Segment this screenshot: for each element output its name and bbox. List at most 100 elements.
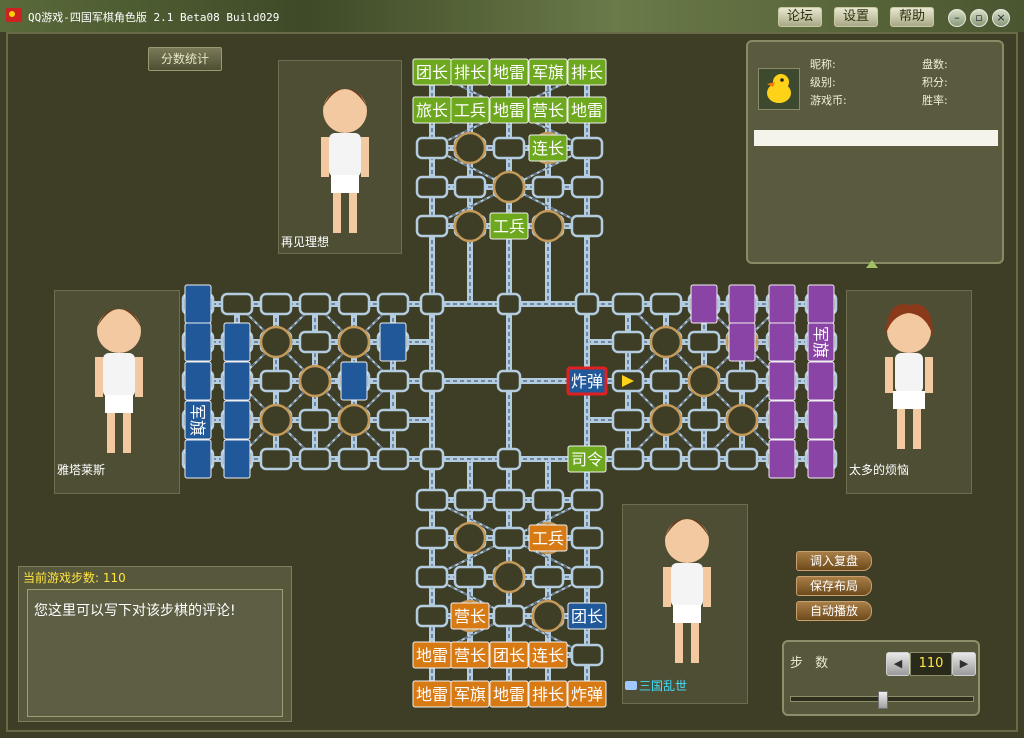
step-slider-thumb[interactable]: [878, 691, 888, 709]
piece-bottom-label: 工兵: [532, 529, 564, 548]
comment-box[interactable]: 您这里可以写下对该步棋的评论!: [27, 589, 283, 717]
center-station: [574, 292, 600, 316]
piece-bottom-label: 地雷: [416, 685, 448, 704]
piece-right: [768, 400, 796, 440]
board-camp: [453, 131, 487, 165]
piece-blue-bottom-label: 团长: [571, 607, 603, 626]
load-replay-button[interactable]: 调入复盘: [796, 551, 872, 571]
piece-left: [184, 439, 212, 479]
board-camp: [298, 364, 332, 398]
board-station: [415, 604, 449, 628]
board-station: [649, 447, 683, 471]
step-value: 110: [910, 652, 952, 676]
board-station: [298, 408, 332, 432]
piece-top-label: 地雷: [493, 101, 525, 120]
board-station: [453, 488, 487, 512]
piece-left: [184, 284, 212, 324]
board-camp: [649, 325, 683, 359]
board-station: [649, 369, 683, 393]
piece-right-label: 军旗: [811, 326, 830, 358]
step-count-value: 110: [102, 571, 126, 585]
piece-left-label: 军旗: [188, 404, 207, 436]
piece-left: [184, 322, 212, 362]
board-camp: [453, 521, 487, 555]
board-station: [687, 408, 721, 432]
center-station: [419, 292, 445, 316]
board-station: [259, 447, 293, 471]
board-station: [611, 408, 645, 432]
board-camp: [531, 599, 565, 633]
board-camp: [492, 170, 526, 204]
board-station: [531, 565, 565, 589]
board-station: [611, 447, 645, 471]
piece-right: [768, 361, 796, 401]
step-label: 步 数: [790, 656, 833, 671]
step-panel: 步 数 ◀ 110 ▶: [782, 640, 980, 716]
step-prev-button[interactable]: ◀: [886, 652, 910, 676]
board-station: [376, 369, 410, 393]
piece-commander-label: 司令: [571, 450, 603, 469]
piece-bottom-label: 营长: [454, 646, 486, 665]
piece-top-label: 军旗: [532, 63, 564, 82]
center-station: [419, 369, 445, 393]
piece-right: [768, 284, 796, 324]
board-station: [415, 526, 449, 550]
piece-right: [768, 322, 796, 362]
board-station: [611, 292, 645, 316]
board-station: [298, 447, 332, 471]
piece-right: [807, 439, 835, 479]
board-station: [415, 136, 449, 160]
step-slider[interactable]: [790, 691, 974, 709]
piece-top-label: 连长: [532, 139, 564, 158]
board-camp: [337, 403, 371, 437]
piece-right: [728, 284, 756, 324]
piece-bottom-label: 营长: [454, 607, 486, 626]
center-station: [496, 292, 522, 316]
board-camp: [649, 403, 683, 437]
step-count-header: 当前游戏步数: 110: [23, 569, 126, 586]
piece-top-label: 排长: [454, 63, 486, 82]
piece-left: [223, 361, 251, 401]
piece-top-label: 团长: [416, 63, 448, 82]
board-station: [415, 214, 449, 238]
board-station: [570, 565, 604, 589]
board-station: [725, 369, 759, 393]
board-station: [492, 526, 526, 550]
board-station: [492, 136, 526, 160]
piece-right: [768, 439, 796, 479]
comment-panel: 当前游戏步数: 110 您这里可以写下对该步棋的评论!: [18, 566, 292, 722]
piece-top-label: 工兵: [454, 101, 486, 120]
step-count-label: 当前游戏步数:: [23, 571, 100, 585]
board-station: [337, 292, 371, 316]
board-station: [687, 447, 721, 471]
board-station: [298, 292, 332, 316]
board-station: [570, 488, 604, 512]
board-station: [415, 175, 449, 199]
board-station: [259, 369, 293, 393]
board-station: [611, 330, 645, 354]
board-station: [492, 488, 526, 512]
board-station: [376, 292, 410, 316]
board-station: [570, 526, 604, 550]
auto-play-button[interactable]: 自动播放: [796, 601, 872, 621]
board-station: [376, 408, 410, 432]
center-station: [496, 369, 522, 393]
piece-right: [690, 284, 718, 324]
board-station: [415, 488, 449, 512]
piece-bottom-label: 地雷: [493, 685, 525, 704]
piece-bottom-label: 地雷: [416, 646, 448, 665]
board-station: [453, 565, 487, 589]
piece-bottom-label: 团长: [493, 646, 525, 665]
piece-top-label: 地雷: [493, 63, 525, 82]
board-station: [453, 175, 487, 199]
piece-left: [184, 361, 212, 401]
piece-top-label: 排长: [571, 63, 603, 82]
board-station: [570, 175, 604, 199]
step-next-button[interactable]: ▶: [952, 652, 976, 676]
piece-left: [223, 400, 251, 440]
board-station: [570, 643, 604, 667]
save-layout-button[interactable]: 保存布局: [796, 576, 872, 596]
piece-top-label: 营长: [532, 101, 564, 120]
piece-top-label: 工兵: [493, 217, 525, 236]
piece-bottom-label: 军旗: [454, 685, 486, 704]
